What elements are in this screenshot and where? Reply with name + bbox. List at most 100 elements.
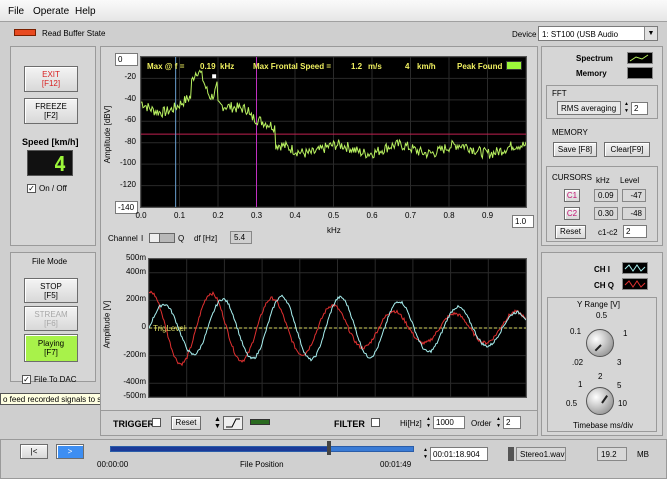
file-to-dac-checkbox[interactable]: ✓	[22, 375, 31, 384]
spectrum-y-tick: -60	[124, 115, 136, 125]
playing-key: [F7]	[44, 348, 58, 358]
spectrum-y-tick: -80	[124, 136, 136, 146]
peak-found-label: Peak Found	[457, 62, 503, 71]
chevron-down-icon[interactable]: ▼	[644, 27, 657, 40]
stop-key: [F5]	[44, 291, 58, 301]
yrange-label: Y Range [V]	[577, 300, 620, 309]
spectrum-y-tick: -20	[124, 72, 136, 82]
spectrum-x-tick: 0.0	[135, 211, 147, 220]
channel-label: Channel	[108, 234, 138, 243]
position-stepper[interactable]: ▲ ▼	[423, 447, 429, 461]
order-stepper[interactable]: ▲ ▼	[496, 416, 502, 430]
device-select[interactable]: 1: ST100 (USB Audio ▼	[538, 26, 658, 41]
cursor-reset-button[interactable]: Reset	[555, 225, 586, 239]
trigger-reset-button[interactable]: Reset	[171, 416, 201, 430]
app-window: File Operate Help Read Buffer State Devi…	[0, 0, 667, 479]
memory-legend-label: Memory	[576, 69, 607, 78]
c1c2-input[interactable]	[623, 225, 647, 238]
spectrum-x-tick: 0.8	[443, 211, 455, 220]
position-input[interactable]	[430, 447, 488, 461]
spectrum-plot: Max @ f = 0.19 kHz Max Frontal Speed = 1.2 m/…	[140, 56, 527, 208]
next-button[interactable]: >	[56, 444, 84, 459]
yrange-tick-left: 0.1	[570, 327, 582, 336]
timebase-knob[interactable]	[586, 387, 614, 415]
filesize-unit: MB	[637, 450, 649, 459]
spectrum-graph	[140, 56, 527, 208]
speed-value: 4	[53, 152, 66, 176]
timebase-label: Timebase ms/div	[573, 421, 634, 430]
channel-switch[interactable]	[149, 233, 175, 243]
speed-label: Speed [km/h]	[22, 137, 79, 147]
spectrum-x-tick: 0.6	[366, 211, 378, 220]
file-position-track[interactable]	[110, 446, 414, 452]
clear-button[interactable]: Clear[F9]	[604, 142, 650, 157]
fft-count-input[interactable]	[631, 102, 648, 115]
memory-title: MEMORY	[552, 128, 588, 137]
spectrum-x-tick: 0.9	[481, 211, 494, 220]
file-position-label: File Position	[240, 460, 284, 469]
fft-mode-value: RMS averaging	[561, 104, 617, 113]
memory-legend-swatch	[627, 67, 653, 79]
file-position-thumb[interactable]	[327, 441, 332, 455]
spectrum-x-tick: 0.1	[173, 211, 186, 220]
trigger-checkbox[interactable]	[152, 418, 161, 427]
cursor-c2-button[interactable]: C2	[564, 207, 580, 220]
ch-q-legend-swatch	[622, 278, 648, 290]
order-label: Order	[471, 419, 492, 428]
cursors-title: CURSORS	[552, 173, 593, 182]
save-button[interactable]: Save [F8]	[553, 142, 597, 157]
spectrum-x-tick: 0.4	[289, 211, 301, 220]
stream-button[interactable]: STREAM [F6]	[24, 306, 78, 331]
trigger-stepper[interactable]: ▲ ▼	[213, 416, 222, 430]
hi-stepper[interactable]: ▲ ▼	[426, 416, 432, 430]
freeze-button[interactable]: FREEZE [F2]	[24, 98, 78, 124]
hi-input[interactable]	[433, 416, 465, 429]
spectrum-x-tick: 0.7	[404, 211, 417, 220]
spectrum-legend-label: Spectrum	[576, 54, 613, 63]
max-freq-label: Max @ f =	[147, 62, 185, 71]
max-freq-unit: kHz	[220, 62, 235, 71]
on-off-checkbox[interactable]: ✓	[27, 184, 36, 193]
prev-button[interactable]: |<	[20, 444, 48, 459]
cursor-c1-khz: 0.09	[594, 189, 618, 202]
trigger-slope-icon[interactable]	[223, 416, 243, 430]
channel-i-label: I	[141, 234, 144, 243]
yrange-tick-top: 0.5	[596, 311, 608, 320]
exit-button[interactable]: EXIT [F12]	[24, 66, 78, 92]
order-input[interactable]	[503, 416, 521, 429]
stop-button[interactable]: STOP [F5]	[24, 278, 78, 303]
buffer-state-led	[14, 29, 36, 36]
cursor-c1-button[interactable]: C1	[564, 189, 580, 202]
on-off-label: On / Off	[39, 184, 67, 193]
filter-label: FILTER	[334, 419, 365, 429]
yrange-knob[interactable]	[586, 329, 614, 357]
spectrum-ymax-input[interactable]	[115, 53, 138, 66]
trigger-label: TRIGGER	[113, 419, 155, 429]
time-y-tick: -400m	[123, 377, 146, 387]
peak-found-led	[506, 61, 522, 70]
df-label: df [Hz]	[194, 234, 218, 243]
fft-mode-select[interactable]: RMS averaging	[557, 101, 621, 115]
footer-bar	[0, 439, 667, 479]
yrange-knob-pointer	[594, 344, 602, 352]
hi-label: Hi[Hz]	[400, 419, 422, 428]
filter-checkbox[interactable]	[371, 418, 380, 427]
speed-display: 4	[27, 150, 73, 176]
time-y-tick: -200m	[123, 349, 146, 359]
time-plot: TrigLevel	[148, 258, 527, 398]
trig-level-label: TrigLevel	[153, 324, 186, 333]
playing-label: Playing	[37, 339, 65, 348]
menu-help[interactable]: Help	[75, 6, 96, 17]
menu-operate[interactable]: Operate	[33, 6, 69, 17]
time-ylabel: Amplitude [V]	[102, 300, 112, 349]
fft-count-stepper[interactable]: ▲ ▼	[624, 101, 630, 115]
spectrum-x-tick: 0.5	[327, 211, 340, 220]
yrange-tick-br: 3	[617, 358, 622, 367]
menu-file[interactable]: File	[8, 6, 24, 17]
timebase-knob-pointer	[601, 395, 608, 404]
cursor-level-header: Level	[620, 176, 640, 185]
frontal-speed-ms: 1.2	[351, 62, 363, 71]
playing-button[interactable]: Playing [F7]	[24, 334, 78, 362]
spectrum-ylabel: Amplitude [dBV]	[103, 105, 112, 164]
spectrum-xmax-input[interactable]	[512, 215, 534, 228]
